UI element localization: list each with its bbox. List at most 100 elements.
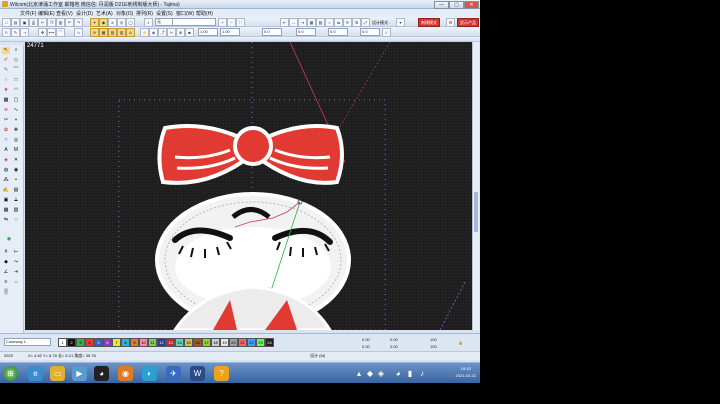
design-canvas[interactable]: 24771 — [25, 42, 472, 330]
contour-icon[interactable]: ◎ — [12, 137, 20, 144]
grid-tool-icon[interactable]: # — [2, 249, 10, 256]
stop-icon[interactable]: ■ — [185, 28, 194, 37]
tray-icon[interactable]: ▴ — [355, 366, 363, 381]
satin-tool-icon[interactable]: ≋ — [2, 107, 10, 114]
color-swatch[interactable]: 14 — [175, 338, 184, 347]
maximize-button[interactable]: ▢ — [449, 1, 464, 9]
scale-y-field[interactable]: 0.0 — [296, 28, 316, 36]
apply-icon[interactable]: ✓ — [382, 28, 391, 37]
text-tool-icon[interactable]: A — [2, 147, 10, 154]
color-swatch[interactable]: 10 — [139, 338, 148, 347]
zoom-fit-icon[interactable]: ⛶ — [236, 18, 245, 27]
vector-icon[interactable]: ⟁ — [12, 197, 20, 204]
network-icon[interactable]: ▮ — [406, 366, 414, 381]
height-field[interactable]: 1.00 — [220, 28, 240, 36]
rotate-icon[interactable]: ⟳ — [343, 18, 352, 27]
stitch-icon[interactable]: ✦ — [90, 18, 99, 27]
menu-edit[interactable]: 编辑(E) — [38, 10, 55, 17]
tray-icon[interactable]: ◈ — [377, 366, 385, 381]
grid-icon[interactable]: # — [108, 18, 117, 27]
compensation-icon[interactable]: ⇔ — [12, 279, 20, 286]
fabric-select[interactable] — [172, 18, 216, 26]
firefox-icon[interactable]: ◉ — [118, 366, 133, 381]
start-icon[interactable]: ⊞ — [3, 366, 18, 381]
column-icon[interactable]: ▥ — [117, 28, 126, 37]
chenille-icon[interactable]: ⁂ — [2, 177, 10, 184]
blackwork-icon[interactable]: ▤ — [12, 187, 20, 194]
node-icon[interactable]: ◆ — [2, 259, 10, 266]
zoom-out-icon[interactable]: − — [227, 18, 236, 27]
lettering-icon[interactable]: A — [126, 28, 135, 37]
tile-icon[interactable]: ▦ — [2, 207, 10, 214]
fill-icon[interactable]: ▩ — [2, 97, 10, 104]
media-icon[interactable]: ▶ — [72, 366, 87, 381]
pen-icon[interactable]: ✎ — [2, 67, 10, 74]
outline-icon[interactable]: ▢ — [12, 97, 20, 104]
cut-icon[interactable]: ✂ — [38, 18, 47, 27]
stitch-angle-icon[interactable]: ∠ — [2, 269, 10, 276]
zoom-in-icon[interactable]: + — [218, 18, 227, 27]
menu-art[interactable]: 艺术(A) — [96, 10, 113, 17]
color-swatch[interactable]: 5 — [94, 338, 103, 347]
clock[interactable]: 19:15 2021-03-22 — [456, 365, 476, 379]
feather-app-icon[interactable]: ✈ — [166, 366, 181, 381]
color-swatch[interactable]: 3 — [76, 338, 85, 347]
hoop-icon[interactable]: ◯ — [126, 18, 135, 27]
shape-icon[interactable]: ◇ — [12, 57, 20, 64]
applique-tool-icon[interactable]: ◈ — [2, 157, 10, 164]
volume-icon[interactable]: ♪ — [418, 366, 426, 381]
help-app-icon[interactable]: ? — [214, 366, 229, 381]
monogram-icon[interactable]: M — [12, 147, 20, 154]
pointer-icon[interactable]: ↖ — [2, 47, 10, 54]
tatami-icon[interactable]: ▩ — [99, 28, 108, 37]
color-swatch[interactable]: 15 — [184, 338, 193, 347]
wilcom-taskbar-icon[interactable]: W — [190, 366, 205, 381]
scale-x-field[interactable]: 0.0 — [262, 28, 282, 36]
rect-icon[interactable]: □ — [12, 77, 20, 84]
align-center-icon[interactable]: ↔ — [289, 18, 298, 27]
jump-icon[interactable]: ⤴ — [158, 28, 167, 37]
color-swatch[interactable]: 2 — [67, 338, 76, 347]
browser-icon[interactable]: ◐ — [142, 366, 157, 381]
show-icon[interactable]: ◎ — [117, 18, 126, 27]
minimize-button[interactable]: — — [434, 1, 449, 9]
color-swatch[interactable]: 18 — [211, 338, 220, 347]
mode-dropdown-icon[interactable]: ▾ — [396, 18, 405, 27]
trim-icon[interactable]: ✄ — [167, 28, 176, 37]
color-swatch[interactable]: 9 — [130, 338, 139, 347]
feather-icon[interactable]: ✿ — [2, 127, 10, 134]
arc-icon[interactable]: ◠ — [12, 87, 20, 94]
array-icon[interactable]: ⁙ — [12, 217, 20, 224]
vertical-scrollbar[interactable] — [472, 42, 479, 330]
trace-icon[interactable]: ⌒ — [56, 28, 65, 37]
bezier-icon[interactable]: ⌒ — [12, 67, 20, 74]
fill-type-icon[interactable]: ◐ — [144, 18, 153, 27]
color-swatch[interactable]: 19 — [220, 338, 229, 347]
gradient-icon[interactable]: ▧ — [12, 207, 20, 214]
applique-icon[interactable]: ◈ — [149, 28, 158, 37]
new-icon[interactable]: □ — [2, 18, 11, 27]
color-swatch[interactable]: 24 — [265, 338, 274, 347]
menu-design[interactable]: 设计(D) — [76, 10, 93, 17]
tray-icon[interactable]: ◆ — [366, 366, 374, 381]
group-icon[interactable]: ▦ — [307, 18, 316, 27]
color-swatch[interactable]: 7 — [112, 338, 121, 347]
color-swatch[interactable]: 6 — [103, 338, 112, 347]
mirror-tool-icon[interactable]: ⇋ — [2, 217, 10, 224]
underlay-icon[interactable]: ≡ — [2, 279, 10, 286]
green-circle-icon[interactable]: ● — [5, 235, 13, 243]
fill-select[interactable]: 无 — [155, 18, 173, 26]
run-tool-icon[interactable]: ∿ — [12, 107, 20, 114]
width-field[interactable]: 1.00 — [198, 28, 218, 36]
redo-icon[interactable]: ↷ — [74, 18, 83, 27]
travel-icon[interactable]: ⇢ — [20, 28, 29, 37]
show-product-button[interactable]: 显示产品 — [457, 18, 479, 27]
close-button[interactable]: ✕ — [464, 1, 479, 9]
lock-ratio-icon[interactable]: 🔒 — [458, 340, 463, 345]
sequin-icon[interactable]: ◉ — [12, 167, 20, 174]
open-icon[interactable]: ▤ — [11, 18, 20, 27]
knife-icon[interactable]: ✂ — [2, 117, 10, 124]
mirror-icon[interactable]: ⇋ — [334, 18, 343, 27]
paste-icon[interactable]: ▥ — [56, 18, 65, 27]
rotate-field[interactable]: 0.0 — [328, 28, 348, 36]
